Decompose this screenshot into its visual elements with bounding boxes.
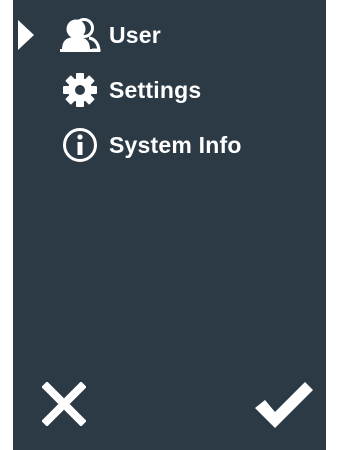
menu-item-settings[interactable]: Settings <box>13 68 326 112</box>
gear-icon <box>59 70 101 110</box>
checkmark-icon <box>253 378 315 435</box>
menu-item-label: Settings <box>109 76 202 103</box>
menu-item-system-info[interactable]: System Info <box>13 123 326 167</box>
user-icon <box>59 15 101 55</box>
selection-pointer-icon <box>18 20 34 50</box>
menu-item-user[interactable]: User <box>13 13 326 57</box>
info-icon <box>59 125 101 165</box>
cancel-button[interactable] <box>33 375 95 437</box>
close-icon <box>41 380 87 431</box>
menu-item-label: User <box>109 21 161 48</box>
menu-screen: User Settings System Info <box>13 0 326 450</box>
confirm-button[interactable] <box>253 375 315 437</box>
menu-item-label: System Info <box>109 131 242 158</box>
